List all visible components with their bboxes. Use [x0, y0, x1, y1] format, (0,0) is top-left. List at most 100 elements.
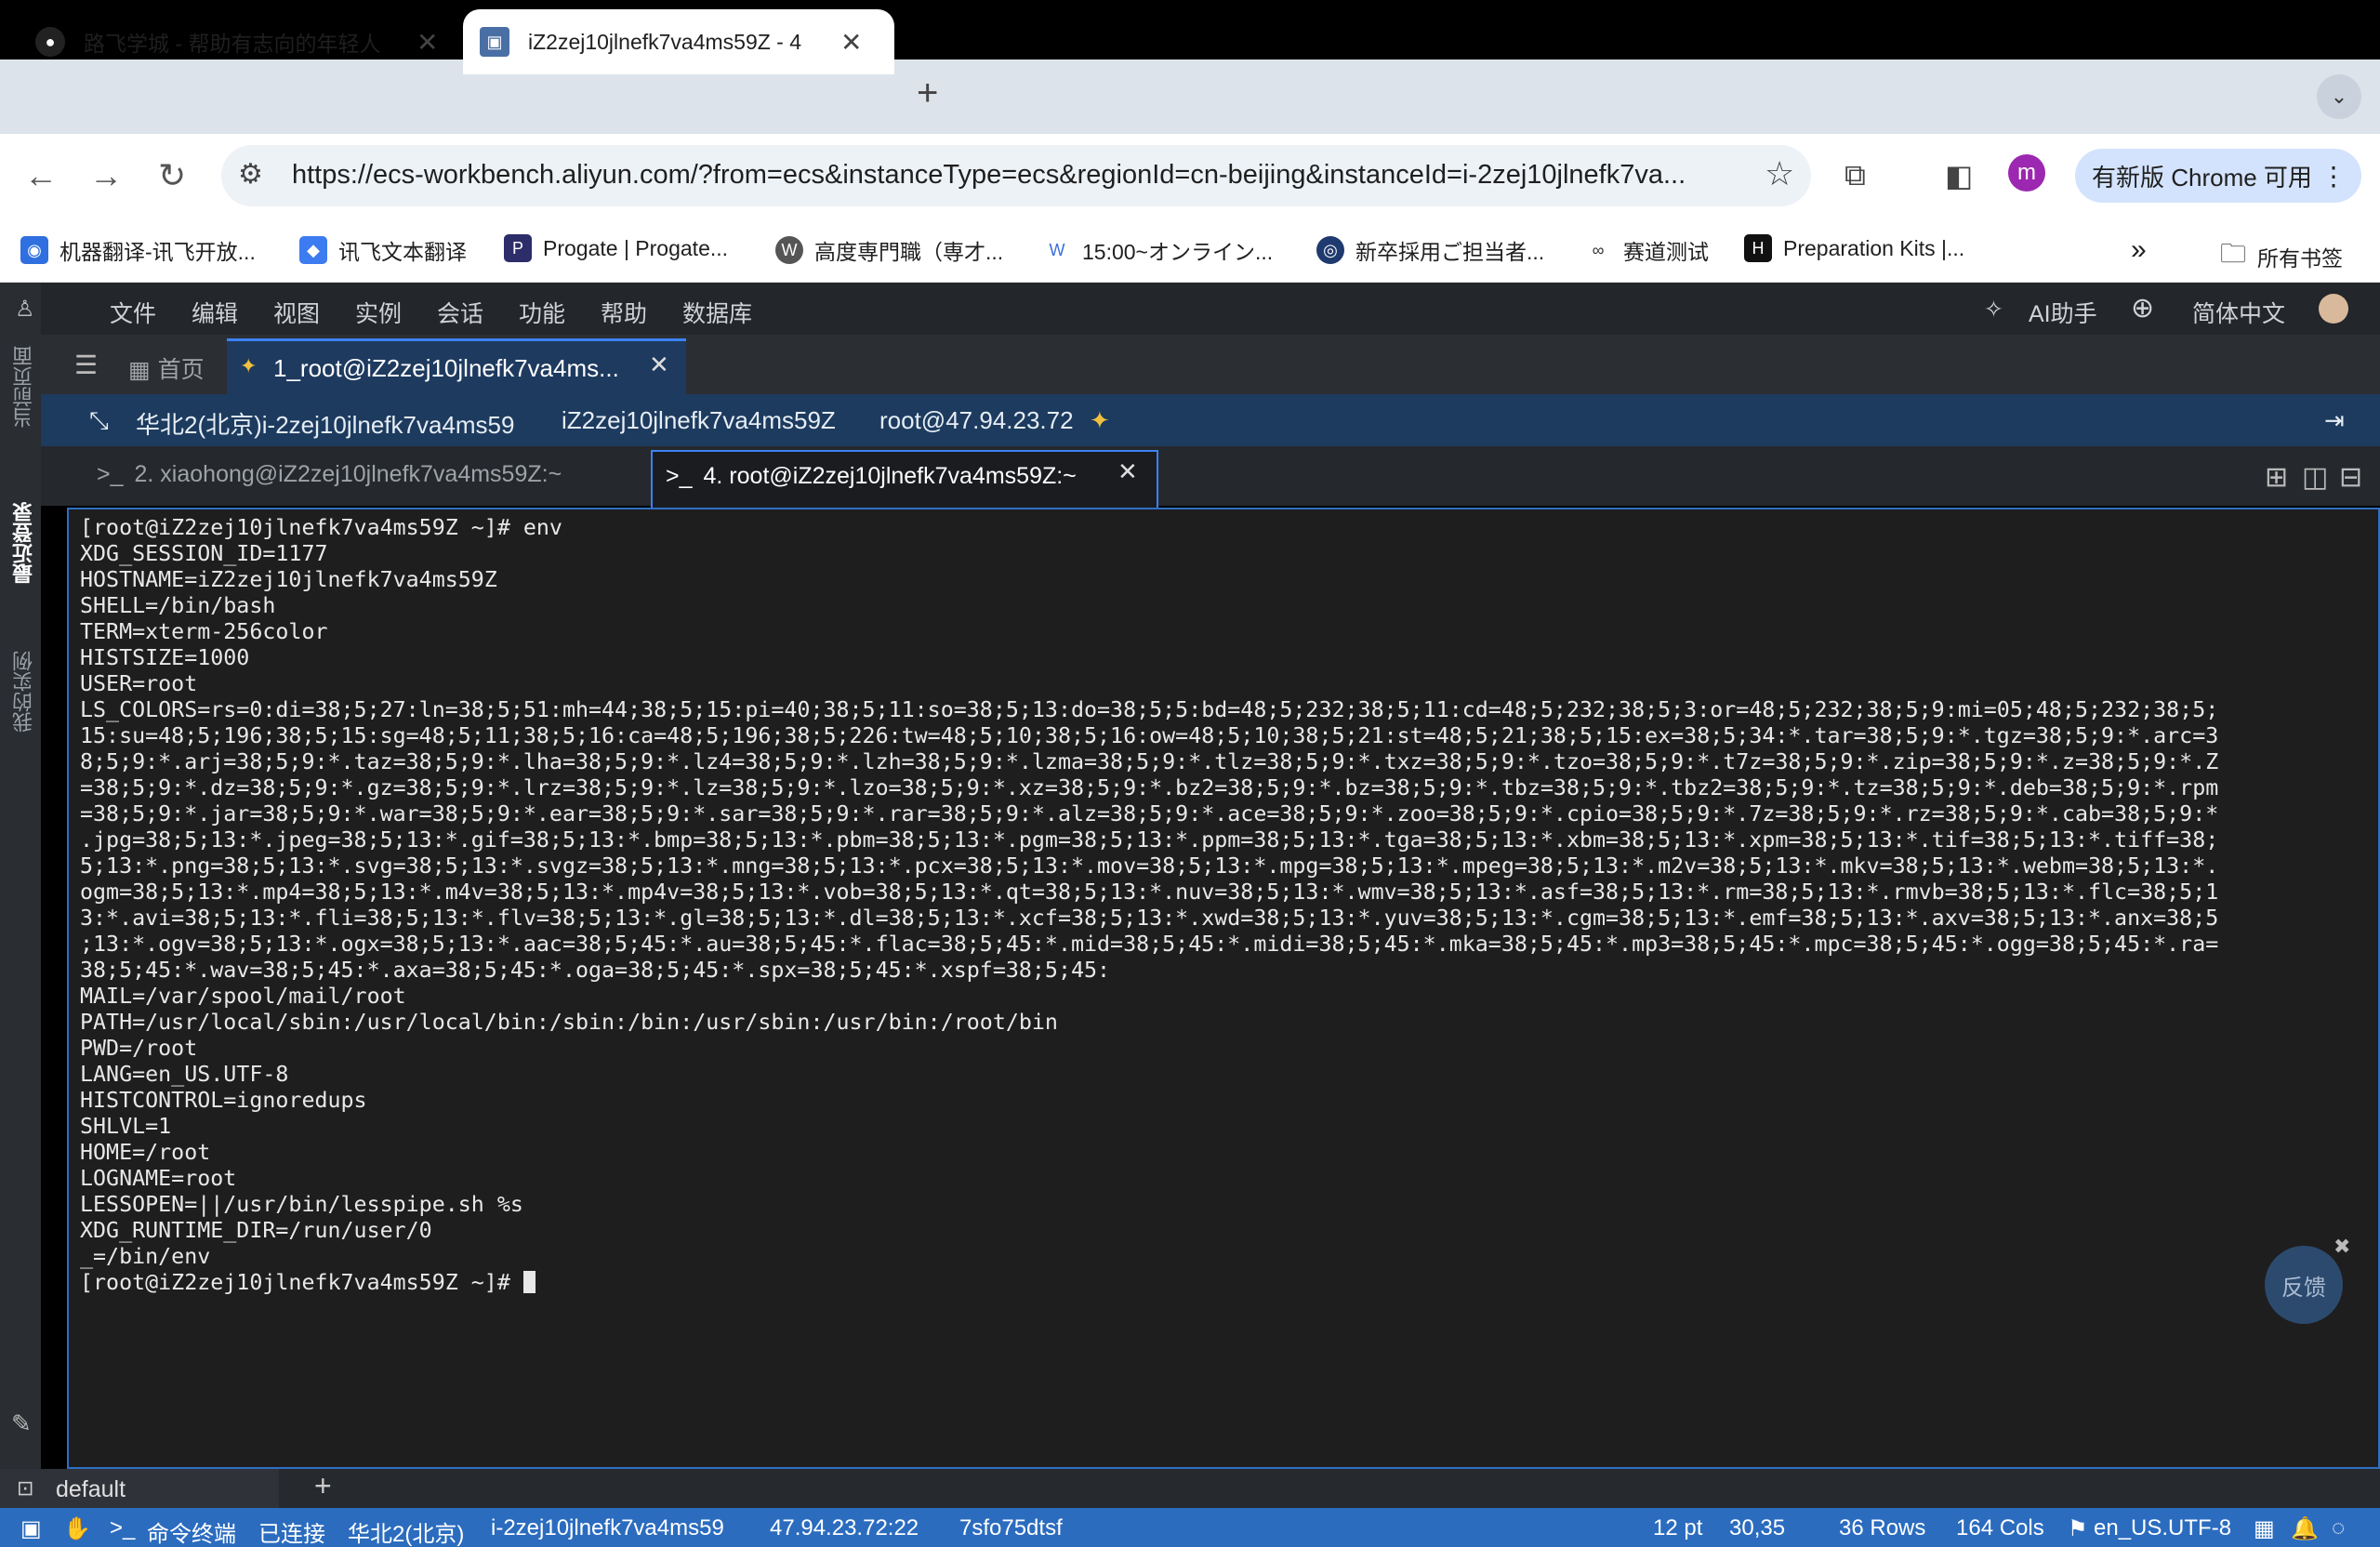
menu-edit[interactable]: 编辑: [192, 296, 238, 329]
terminal-sparkle-icon: ✦: [240, 354, 258, 377]
region-instance-label: 华北2(北京)i-2zej10jlnefk7va4ms59: [136, 411, 515, 439]
status-font-size[interactable]: 12 pt: [1653, 1515, 1702, 1541]
forward-arrow-icon[interactable]: →: [89, 156, 123, 195]
terminal-output[interactable]: [root@iZ2zej10jlnefk7va4ms59Z ~]# env XD…: [80, 515, 2218, 1296]
add-session-icon[interactable]: +: [314, 1469, 332, 1503]
chat-icon[interactable]: ◌: [2332, 1515, 2345, 1541]
rail-my-instances[interactable]: 我的实例: [9, 651, 39, 733]
all-bookmarks-label: 所有书签: [2257, 246, 2344, 271]
window-icon[interactable]: ▣: [20, 1515, 42, 1542]
prompt-icon: >_: [97, 461, 124, 487]
xunfei-icon: ◉: [20, 236, 48, 264]
close-icon[interactable]: ✕: [1117, 457, 1138, 486]
status-terminal: 命令终端: [147, 1522, 236, 1547]
grid-icon: ▦: [128, 357, 151, 383]
bookmark-item[interactable]: ◎ 新卒採用ご担当者...: [1316, 234, 1544, 266]
bookmark-star-icon[interactable]: ☆: [1765, 154, 1794, 193]
menu-file[interactable]: 文件: [110, 296, 156, 329]
rail-current-page[interactable]: 当前页面: [9, 346, 39, 428]
status-encoding[interactable]: en_US.UTF-8: [2094, 1515, 2231, 1541]
hand-icon[interactable]: ✋: [63, 1515, 91, 1542]
address-bar[interactable]: ⚙ https://ecs-workbench.aliyun.com/?from…: [221, 145, 1811, 206]
bookmark-label: 新卒採用ご担当者...: [1355, 240, 1545, 264]
bookmark-item[interactable]: ∞ 赛道测试: [1584, 234, 1709, 266]
sparkle-icon: ✦: [1090, 406, 1110, 434]
site-settings-icon[interactable]: ⚙: [238, 158, 263, 191]
progate-icon: P: [504, 234, 532, 262]
menu-instance[interactable]: 实例: [355, 296, 402, 329]
menu-function[interactable]: 功能: [519, 296, 565, 329]
side-panel-icon[interactable]: ◧: [1945, 158, 1973, 193]
status-session-code: 7sfo75dtsf: [959, 1515, 1063, 1540]
close-icon[interactable]: ✕: [416, 27, 438, 58]
terminal-icon: ⊡: [17, 1476, 34, 1500]
close-feedback-icon[interactable]: ✖: [2334, 1235, 2350, 1259]
reload-icon[interactable]: ↻: [158, 156, 186, 195]
bookmark-item[interactable]: H Preparation Kits |...: [1744, 234, 1964, 262]
list-menu-icon[interactable]: ☰: [74, 350, 98, 380]
terminal-tab-2[interactable]: >_ 2. xiaohong@iZ2zej10jlnefk7va4ms59Z:~: [97, 461, 562, 488]
new-tab-icon[interactable]: +: [917, 73, 938, 114]
profile-initial: m: [2017, 160, 2036, 185]
extensions-icon[interactable]: ⧉: [1844, 158, 1866, 193]
add-circle-icon[interactable]: ⊕: [2131, 292, 2154, 324]
session-default[interactable]: [0, 1469, 279, 1508]
language-button[interactable]: 简体中文: [2192, 296, 2285, 329]
feedback-label: 反馈: [2281, 1275, 2326, 1301]
back-arrow-icon[interactable]: ←: [24, 156, 58, 195]
menu-help[interactable]: 帮助: [601, 296, 647, 329]
terminal-tab-4[interactable]: >_ 4. root@iZ2zej10jlnefk7va4ms59Z:~ ✕: [651, 450, 1158, 508]
menu-view[interactable]: 视图: [273, 296, 320, 329]
more-vert-icon[interactable]: ⋮: [2320, 161, 2347, 192]
terminal-tab-label: 2. xiaohong@iZ2zej10jlnefk7va4ms59Z:~: [134, 461, 562, 487]
menu-session[interactable]: 会话: [437, 296, 483, 329]
workbench-logo-icon: ♙: [15, 297, 35, 322]
user-avatar[interactable]: [2319, 294, 2348, 324]
close-icon[interactable]: ✕: [649, 350, 669, 379]
bookmark-item[interactable]: ◆ 讯飞文本翻译: [299, 234, 467, 266]
all-bookmarks-button[interactable]: 🗀 所有书签: [2220, 234, 2343, 279]
browser-tab-title: iZ2zej10jlnefk7va4ms59Z - 4: [528, 29, 802, 54]
session-name[interactable]: default: [56, 1476, 126, 1503]
rail-label: 我的实例: [12, 651, 35, 733]
browser-tab-2[interactable]: ▣ iZ2zej10jlnefk7va4ms59Z - 4 ✕: [463, 9, 894, 74]
menu-database[interactable]: 数据库: [682, 296, 752, 329]
prompt-icon: >_: [110, 1515, 136, 1540]
grid-icon[interactable]: ▦: [2254, 1515, 2275, 1542]
status-connected: 已连接: [258, 1522, 325, 1547]
rail-recent-login[interactable]: 最近登录: [9, 502, 39, 584]
profile-avatar[interactable]: m: [2008, 154, 2045, 192]
tab-session[interactable]: ✦ 1_root@iZ2zej10jlnefk7va4ms... ✕: [227, 338, 686, 394]
ai-helper-icon[interactable]: ✧: [1984, 296, 2003, 324]
add-split-icon[interactable]: ⊞: [2265, 461, 2288, 494]
chevron-down-icon[interactable]: ⌄: [2317, 74, 2361, 119]
browser-tab-1[interactable]: ● 路飞学城 - 帮助有志向的年轻人 ✕: [19, 9, 456, 74]
terminal-tab-label: 4. root@iZ2zej10jlnefk7va4ms59Z:~: [703, 463, 1077, 489]
tab-home[interactable]: ▦ 首页: [128, 351, 205, 385]
close-icon[interactable]: ✕: [840, 27, 862, 58]
terminal-cursor: [522, 1271, 536, 1293]
collapse-icon[interactable]: ⤡: [89, 406, 109, 436]
status-cursor-pos: 30,35: [1729, 1515, 1786, 1540]
terminal-panel[interactable]: [root@iZ2zej10jlnefk7va4ms59Z ~]# env XD…: [67, 508, 2380, 1469]
workbench-favicon-icon: ▣: [480, 27, 509, 57]
more-bookmarks-icon[interactable]: »: [2131, 234, 2147, 266]
chrome-update-button[interactable]: 有新版 Chrome 可用 ⋮: [2075, 149, 2361, 203]
status-cols: 164 Cols: [1956, 1515, 2044, 1540]
exit-icon[interactable]: ⇥: [2324, 406, 2345, 435]
w-logo-icon: W: [1043, 236, 1071, 264]
xunfei-icon: ◆: [299, 236, 327, 264]
hackerrank-icon: H: [1744, 234, 1772, 262]
bookmark-item[interactable]: P Progate | Progate...: [504, 234, 728, 262]
split-horizontal-icon[interactable]: ⊟: [2339, 461, 2362, 494]
left-rail: [0, 283, 41, 1506]
ai-helper-button[interactable]: AI助手: [2029, 296, 2097, 329]
bookmark-item[interactable]: ◉ 机器翻译-讯飞开放...: [20, 234, 256, 266]
bookmark-item[interactable]: W 15:00~オンライン...: [1043, 234, 1273, 266]
url-text[interactable]: https://ecs-workbench.aliyun.com/?from=e…: [292, 160, 1742, 191]
bell-icon[interactable]: 🔔: [2291, 1515, 2319, 1542]
feedback-button[interactable]: 反馈: [2265, 1246, 2343, 1324]
pin-icon[interactable]: ✎: [11, 1409, 32, 1438]
bookmark-item[interactable]: W 高度専門職（専才...: [775, 234, 1003, 266]
split-vertical-icon[interactable]: ◫: [2302, 461, 2328, 494]
